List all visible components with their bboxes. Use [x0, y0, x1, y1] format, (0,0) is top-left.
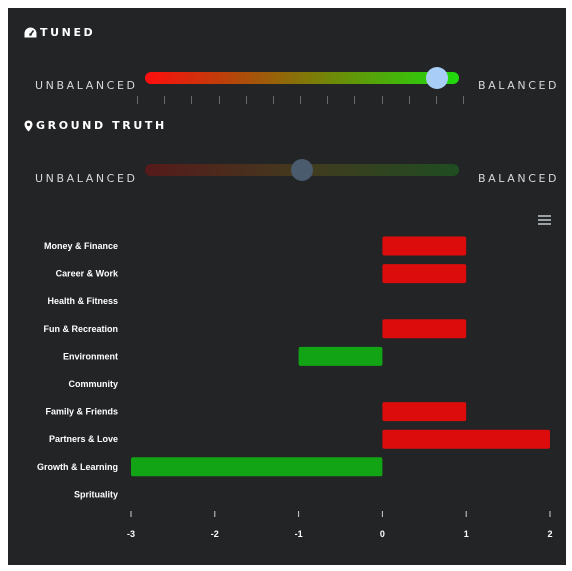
- x-tick-label: -2: [211, 529, 219, 539]
- category-label: Health & Fitness: [47, 296, 118, 306]
- bar[interactable]: [131, 457, 383, 477]
- category-label: Family & Friends: [45, 407, 118, 417]
- bar[interactable]: [382, 429, 550, 449]
- x-tick-label: 2: [547, 529, 552, 539]
- category-label: Partners & Love: [49, 434, 118, 444]
- x-tick-label: -1: [295, 529, 303, 539]
- balance-bar-chart: Money & Finance Career & Work Health & Fit…: [37, 236, 553, 539]
- category-label: Career & Work: [56, 269, 119, 279]
- x-tick-label: 0: [380, 529, 385, 539]
- category-label: Environment: [63, 351, 118, 361]
- x-tick-label: -3: [127, 529, 135, 539]
- category-label: Sprituality: [74, 489, 118, 499]
- category-label: Fun & Recreation: [43, 324, 118, 334]
- bar[interactable]: [382, 264, 467, 284]
- category-label: Growth & Learning: [37, 462, 118, 472]
- bar[interactable]: [298, 346, 383, 366]
- x-tick-label: 1: [464, 529, 469, 539]
- category-label: Money & Finance: [44, 241, 118, 251]
- bar[interactable]: [382, 402, 467, 422]
- bar[interactable]: [382, 319, 467, 339]
- category-label: Community: [69, 379, 119, 389]
- bar[interactable]: [382, 236, 467, 256]
